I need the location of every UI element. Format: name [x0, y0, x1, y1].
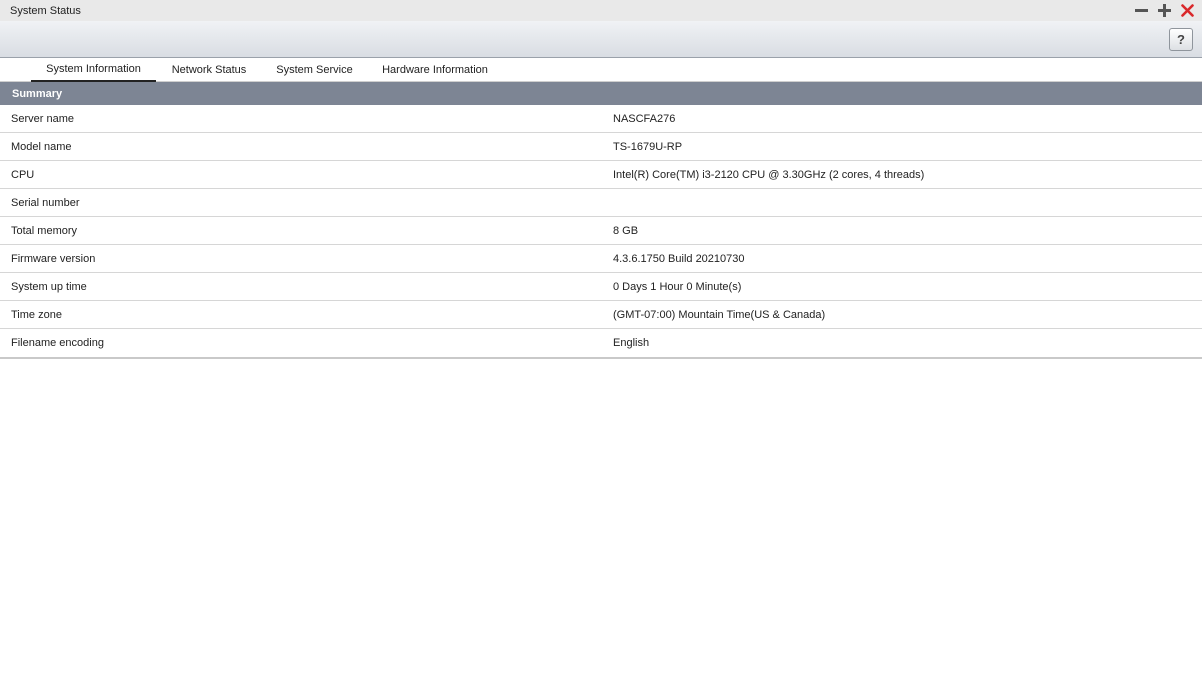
row-value: 8 GB [613, 225, 639, 237]
row-value: (GMT-07:00) Mountain Time(US & Canada) [613, 309, 826, 321]
row-value: Intel(R) Core(TM) i3-2120 CPU @ 3.30GHz … [613, 169, 925, 181]
row-label: Firmware version [11, 253, 96, 265]
tab-bar: System Information Network Status System… [0, 58, 1202, 82]
row-label: Total memory [11, 225, 78, 237]
row-label: Model name [11, 141, 72, 153]
row-label: Serial number [11, 197, 80, 209]
title-bar: System Status [0, 0, 1202, 21]
tab-system-service[interactable]: System Service [268, 58, 361, 82]
toolbar: ? [0, 21, 1202, 58]
table-row-serial-number: Serial number [0, 189, 1202, 217]
row-value: NASCFA276 [613, 113, 676, 125]
system-status-window: System Status ? System Information Netwo… [0, 0, 1202, 700]
minimize-button[interactable] [1133, 2, 1150, 19]
close-button[interactable] [1179, 2, 1196, 19]
tab-system-information[interactable]: System Information [31, 58, 156, 82]
row-value: English [613, 337, 650, 349]
row-label: Filename encoding [11, 337, 104, 349]
row-value: TS-1679U-RP [613, 141, 683, 153]
tab-hardware-information[interactable]: Hardware Information [374, 58, 496, 82]
row-label: Time zone [11, 309, 62, 321]
tab-network-status[interactable]: Network Status [163, 58, 255, 82]
row-value: 4.3.6.1750 Build 20210730 [613, 253, 745, 265]
maximize-button[interactable] [1156, 2, 1173, 19]
table-row-server-name: Server name NASCFA276 [0, 105, 1202, 133]
row-label: CPU [11, 169, 35, 181]
summary-header: Summary [0, 82, 1202, 105]
close-icon [1181, 4, 1194, 17]
table-row-cpu: CPU Intel(R) Core(TM) i3-2120 CPU @ 3.30… [0, 161, 1202, 189]
table-row-total-memory: Total memory 8 GB [0, 217, 1202, 245]
row-value: 0 Days 1 Hour 0 Minute(s) [613, 281, 742, 293]
window-title: System Status [10, 4, 81, 17]
row-label: Server name [11, 113, 74, 125]
maximize-icon [1158, 4, 1171, 17]
row-label: System up time [11, 281, 87, 293]
table-row-time-zone: Time zone (GMT-07:00) Mountain Time(US &… [0, 301, 1202, 329]
table-row-model-name: Model name TS-1679U-RP [0, 133, 1202, 161]
table-row-firmware-version: Firmware version 4.3.6.1750 Build 202107… [0, 245, 1202, 273]
window-controls [1133, 2, 1196, 19]
table-row-filename-encoding: Filename encoding English [0, 329, 1202, 357]
help-button[interactable]: ? [1169, 28, 1193, 51]
table-row-system-up-time: System up time 0 Days 1 Hour 0 Minute(s) [0, 273, 1202, 301]
minimize-icon [1135, 9, 1148, 12]
summary-table: Server name NASCFA276 Model name TS-1679… [0, 105, 1202, 359]
